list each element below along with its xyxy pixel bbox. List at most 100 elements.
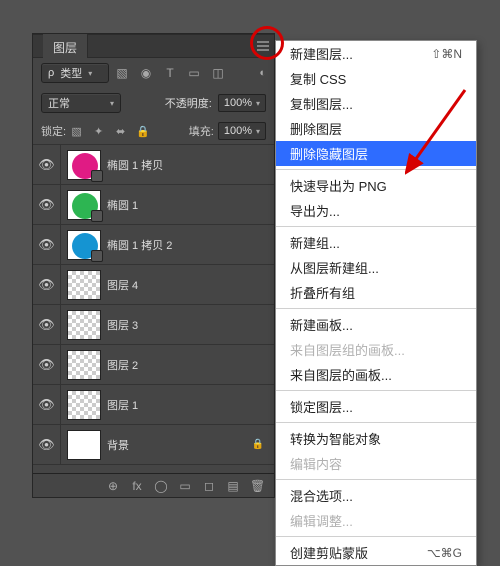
visibility-toggle[interactable]: 👁	[33, 225, 61, 264]
footer-icon[interactable]: ⊕	[106, 479, 120, 493]
toggle-icon[interactable]: ◐	[259, 67, 266, 79]
layer-thumbnail[interactable]	[67, 430, 101, 460]
filter-icon[interactable]: ◫	[211, 66, 225, 80]
layer-name[interactable]: 图层 4	[107, 277, 138, 293]
menu-item-label: 快速导出为 PNG	[290, 176, 387, 195]
vector-badge-icon	[91, 210, 103, 222]
menu-item: 编辑内容	[276, 451, 476, 476]
footer-icon[interactable]: ◻	[202, 479, 216, 493]
menu-item[interactable]: 从图层新建组...	[276, 255, 476, 280]
opacity-label: 不透明度:	[165, 95, 212, 111]
lock-icon[interactable]: 🔒	[136, 125, 149, 138]
visibility-toggle[interactable]: 👁	[33, 265, 61, 304]
visibility-toggle[interactable]: 👁	[33, 345, 61, 384]
menu-item-label: 来自图层的画板...	[290, 365, 392, 384]
layer-row[interactable]: 👁 椭圆 1 拷贝	[33, 145, 274, 185]
fill-label: 填充:	[189, 123, 214, 139]
menu-item[interactable]: 新建画板...	[276, 312, 476, 337]
layer-thumbnail[interactable]	[67, 390, 101, 420]
layer-thumbnail[interactable]	[67, 150, 101, 180]
layer-name[interactable]: 椭圆 1	[107, 197, 138, 213]
menu-separator	[276, 390, 476, 391]
menu-item-label: 编辑内容	[290, 454, 342, 473]
menu-item-label: 删除隐藏图层	[290, 144, 368, 163]
kind-label: 类型	[60, 65, 82, 81]
menu-item[interactable]: 来自图层的画板...	[276, 362, 476, 387]
lock-icon[interactable]: ✦	[92, 125, 105, 138]
layer-name[interactable]: 图层 3	[107, 317, 138, 333]
menu-item[interactable]: 创建剪贴蒙版 ⌥⌘G	[276, 540, 476, 565]
menu-item[interactable]: 折叠所有组	[276, 280, 476, 305]
menu-item[interactable]: 锁定图层...	[276, 394, 476, 419]
kind-select[interactable]: ρ 类型 ▾	[41, 63, 109, 83]
filter-icon[interactable]: T	[163, 66, 177, 80]
layer-name[interactable]: 图层 1	[107, 397, 138, 413]
menu-item-label: 复制图层...	[290, 94, 353, 113]
panel-header: 图层	[33, 34, 274, 58]
menu-item[interactable]: 转换为智能对象	[276, 426, 476, 451]
layer-row[interactable]: 👁 图层 3	[33, 305, 274, 345]
layer-name[interactable]: 背景	[107, 437, 129, 453]
layer-row[interactable]: 👁 图层 2	[33, 345, 274, 385]
layer-thumbnail[interactable]	[67, 270, 101, 300]
filter-icon[interactable]: ◉	[139, 66, 153, 80]
menu-item[interactable]: 新建图层...⇧⌘N	[276, 41, 476, 66]
annotation-arrow	[405, 85, 475, 175]
footer-icon[interactable]: fx	[130, 479, 144, 493]
footer-icon[interactable]: ▭	[178, 479, 192, 493]
layer-row[interactable]: 👁背景🔒	[33, 425, 274, 465]
layer-name[interactable]: 椭圆 1 拷贝	[107, 157, 163, 173]
filter-icon[interactable]: ▭	[187, 66, 201, 80]
opacity-input[interactable]: 100% ▾	[218, 94, 266, 112]
fill-input[interactable]: 100% ▾	[218, 122, 266, 140]
caret-down-icon: ▾	[256, 127, 260, 136]
menu-separator	[276, 536, 476, 537]
menu-item[interactable]: 快速导出为 PNG	[276, 173, 476, 198]
blend-row: 正常 ▾ 不透明度: 100% ▾	[33, 88, 274, 118]
layer-thumbnail[interactable]	[67, 310, 101, 340]
menu-item-label: 折叠所有组	[290, 283, 355, 302]
menu-item-label: 混合选项...	[290, 486, 353, 505]
menu-shortcut: ⌥⌘G	[427, 546, 462, 560]
footer-icon[interactable]: ◯	[154, 479, 168, 493]
opacity-value: 100%	[224, 97, 252, 109]
layer-row[interactable]: 👁 图层 4	[33, 265, 274, 305]
layer-name[interactable]: 图层 2	[107, 357, 138, 373]
layers-tab[interactable]: 图层	[43, 34, 88, 58]
visibility-toggle[interactable]: 👁	[33, 185, 61, 224]
filter-icons: ▧ ◉ T ▭ ◫	[115, 66, 225, 80]
layer-thumbnail[interactable]	[67, 230, 101, 260]
menu-item: 来自图层组的画板...	[276, 337, 476, 362]
footer-icon[interactable]: 🗑	[250, 479, 264, 493]
menu-item-label: 导出为...	[290, 201, 340, 220]
layer-thumbnail[interactable]	[67, 190, 101, 220]
menu-item-label: 复制 CSS	[290, 69, 346, 88]
layer-row[interactable]: 👁 椭圆 1 拷贝 2	[33, 225, 274, 265]
menu-item-label: 创建剪贴蒙版	[290, 543, 368, 562]
visibility-toggle[interactable]: 👁	[33, 145, 61, 184]
visibility-toggle[interactable]: 👁	[33, 305, 61, 344]
vector-badge-icon	[91, 250, 103, 262]
layer-thumbnail[interactable]	[67, 350, 101, 380]
menu-item-label: 锁定图层...	[290, 397, 353, 416]
menu-item[interactable]: 导出为...	[276, 198, 476, 223]
rho-icon: ρ	[48, 67, 54, 79]
lock-icon[interactable]: ▧	[70, 125, 83, 138]
layer-list[interactable]: 👁 椭圆 1 拷贝 👁 椭圆 1 👁 椭圆 1 拷贝 2 👁 图层 4 👁 图层 3 👁 图层 2 👁 图…	[33, 145, 274, 473]
menu-item[interactable]: 混合选项...	[276, 483, 476, 508]
filter-icon[interactable]: ▧	[115, 66, 129, 80]
footer-icon[interactable]: ▤	[226, 479, 240, 493]
lock-icon[interactable]: ⬌	[114, 125, 127, 138]
visibility-toggle[interactable]: 👁	[33, 385, 61, 424]
lock-label: 锁定:	[41, 123, 66, 139]
visibility-toggle[interactable]: 👁	[33, 425, 61, 464]
lock-row: 锁定: ▧ ✦ ⬌ 🔒 填充: 100% ▾	[33, 118, 274, 145]
menu-item: 编辑调整...	[276, 508, 476, 533]
vector-badge-icon	[91, 170, 103, 182]
menu-item[interactable]: 新建组...	[276, 230, 476, 255]
layer-row[interactable]: 👁 椭圆 1	[33, 185, 274, 225]
layer-name[interactable]: 椭圆 1 拷贝 2	[107, 237, 172, 253]
menu-item-label: 来自图层组的画板...	[290, 340, 405, 359]
layer-row[interactable]: 👁 图层 1	[33, 385, 274, 425]
blend-mode-select[interactable]: 正常 ▾	[41, 93, 121, 113]
